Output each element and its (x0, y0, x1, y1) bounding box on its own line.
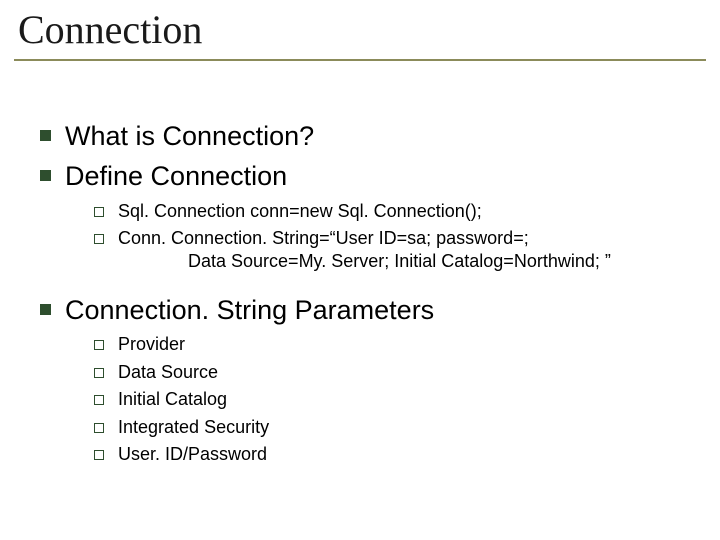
hollow-square-bullet-icon (94, 368, 104, 378)
bullet-level1: Connection. String Parameters (40, 294, 690, 328)
bullet-level2: User. ID/Password (94, 443, 690, 466)
hollow-square-bullet-icon (94, 234, 104, 244)
square-bullet-icon (40, 130, 51, 141)
bullet-text: Provider (118, 333, 185, 356)
bullet-level2: Integrated Security (94, 416, 690, 439)
bullet-text: Initial Catalog (118, 388, 227, 411)
slide-body: What is Connection? Define Connection Sq… (40, 120, 690, 486)
bullet-level2: Data Source (94, 361, 690, 384)
sublist: Provider Data Source Initial Catalog Int… (94, 333, 690, 466)
bullet-text: Integrated Security (118, 416, 269, 439)
line-1: Conn. Connection. String=“User ID=sa; pa… (118, 228, 529, 248)
square-bullet-icon (40, 170, 51, 181)
bullet-text: What is Connection? (65, 120, 314, 154)
bullet-text: Data Source (118, 361, 218, 384)
hollow-square-bullet-icon (94, 395, 104, 405)
line-2: Data Source=My. Server; Initial Catalog=… (118, 250, 611, 273)
slide: Connection What is Connection? Define Co… (0, 0, 720, 540)
bullet-level1: Define Connection (40, 160, 690, 194)
bullet-text: Sql. Connection conn=new Sql. Connection… (118, 200, 482, 223)
bullet-level2: Sql. Connection conn=new Sql. Connection… (94, 200, 690, 223)
hollow-square-bullet-icon (94, 423, 104, 433)
slide-title: Connection (14, 6, 706, 53)
bullet-level1: What is Connection? (40, 120, 690, 154)
sublist: Sql. Connection conn=new Sql. Connection… (94, 200, 690, 274)
bullet-level2: Provider (94, 333, 690, 356)
square-bullet-icon (40, 304, 51, 315)
hollow-square-bullet-icon (94, 450, 104, 460)
bullet-text: Connection. String Parameters (65, 294, 434, 328)
bullet-text: User. ID/Password (118, 443, 267, 466)
bullet-level2: Conn. Connection. String=“User ID=sa; pa… (94, 227, 690, 274)
bullet-text: Define Connection (65, 160, 287, 194)
bullet-level2: Initial Catalog (94, 388, 690, 411)
hollow-square-bullet-icon (94, 340, 104, 350)
bullet-text: Conn. Connection. String=“User ID=sa; pa… (118, 227, 611, 274)
title-container: Connection (14, 6, 706, 61)
hollow-square-bullet-icon (94, 207, 104, 217)
